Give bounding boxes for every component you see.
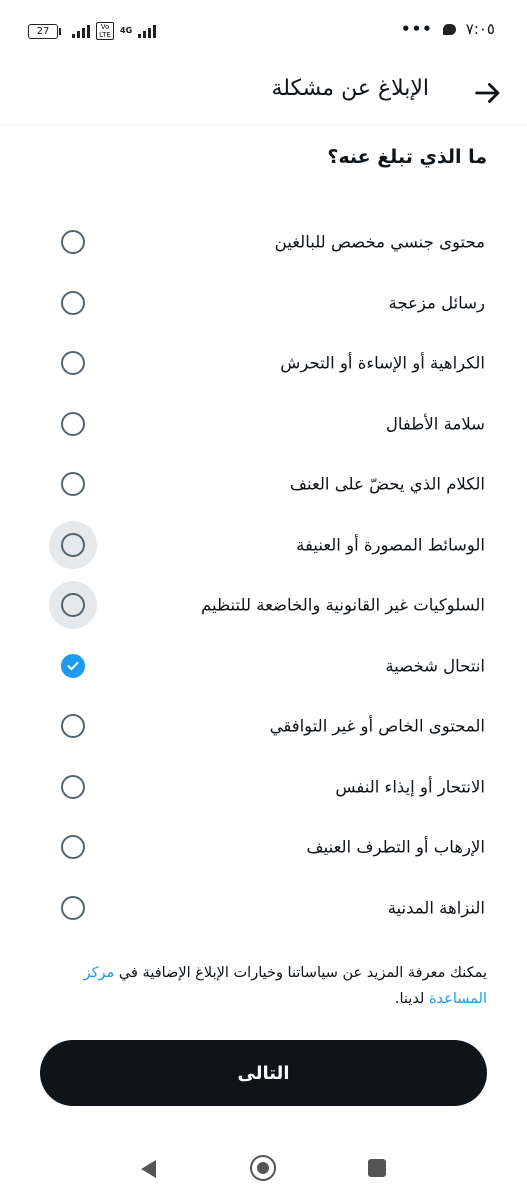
- status-bar: 27 Vo LTE 4G ••• ٧:٠٥: [0, 0, 527, 62]
- back-button[interactable]: [471, 76, 505, 110]
- radio-button[interactable]: [61, 714, 85, 739]
- option-label: المحتوى الخاص أو غير التوافقي: [269, 716, 485, 736]
- note-text-before: يمكنك معرفة المزيد عن سياساتنا وخيارات ا…: [114, 965, 487, 981]
- radio-button[interactable]: [61, 351, 85, 376]
- system-nav-bar: [0, 1140, 527, 1200]
- nav-back-icon[interactable]: [138, 1158, 158, 1180]
- radio-button[interactable]: [61, 532, 85, 557]
- radio-button[interactable]: [61, 290, 85, 315]
- radio-button[interactable]: [61, 895, 85, 920]
- radio-button-checked[interactable]: [61, 653, 85, 678]
- checkmark-icon: [67, 661, 79, 670]
- option-label: سلامة الأطفال: [385, 414, 485, 434]
- network-type: 4G: [120, 26, 133, 35]
- option-label: انتحال شخصية: [385, 656, 485, 676]
- signal-icon: [72, 24, 90, 38]
- option-illegal-behaviors[interactable]: السلوكيات غير القانونية والخاضعة للتنظيم: [0, 575, 527, 636]
- option-spam[interactable]: رسائل مزعجة: [0, 273, 527, 334]
- option-label: السلوكيات غير القانونية والخاضعة للتنظيم: [201, 595, 485, 615]
- option-label: الانتحار أو إيذاء النفس: [335, 777, 485, 797]
- option-hate-abuse[interactable]: الكراهية أو الإساءة أو التحرش: [0, 333, 527, 394]
- radio-button[interactable]: [61, 835, 85, 860]
- option-child-safety[interactable]: سلامة الأطفال: [0, 394, 527, 455]
- next-button[interactable]: التالى: [40, 1040, 487, 1106]
- option-terrorism[interactable]: الإرهاب أو التطرف العنيف: [0, 817, 527, 878]
- header: الإبلاغ عن مشكلة: [0, 62, 527, 125]
- option-civic-integrity[interactable]: النزاهة المدنية: [0, 878, 527, 939]
- status-time: ٧:٠٥: [465, 20, 495, 38]
- more-notifications-icon: •••: [401, 20, 433, 38]
- battery-icon: 27: [28, 23, 61, 39]
- radio-button[interactable]: [61, 774, 85, 799]
- option-label: رسائل مزعجة: [388, 293, 485, 313]
- page-title: الإبلاغ عن مشكلة: [271, 76, 429, 101]
- radio-button[interactable]: [61, 411, 85, 436]
- nav-home-icon[interactable]: [250, 1155, 276, 1181]
- option-adult-content[interactable]: محتوى جنسي مخصص للبالغين: [0, 212, 527, 273]
- option-self-harm[interactable]: الانتحار أو إيذاء النفس: [0, 757, 527, 818]
- nav-recents-icon[interactable]: [368, 1159, 386, 1177]
- status-left: 27 Vo LTE 4G: [28, 22, 157, 40]
- option-label: محتوى جنسي مخصص للبالغين: [274, 232, 485, 252]
- report-question: ما الذي تبلغ عنه؟: [327, 146, 487, 168]
- radio-button[interactable]: [61, 230, 85, 255]
- note-text-after: لدينا.: [394, 991, 429, 1007]
- radio-button[interactable]: [61, 593, 85, 618]
- radio-button[interactable]: [61, 472, 85, 497]
- option-label: الكراهية أو الإساءة أو التحرش: [280, 353, 485, 373]
- help-center-note: يمكنك معرفة المزيد عن سياساتنا وخيارات ا…: [37, 960, 487, 1012]
- option-label: الإرهاب أو التطرف العنيف: [306, 837, 485, 857]
- option-label: الكلام الذي يحضّ على العنف: [289, 474, 485, 494]
- option-label: النزاهة المدنية: [387, 898, 485, 918]
- option-violent-speech[interactable]: الكلام الذي يحضّ على العنف: [0, 454, 527, 515]
- status-right: ••• ٧:٠٥: [401, 20, 495, 38]
- option-private-content[interactable]: المحتوى الخاص أو غير التوافقي: [0, 696, 527, 757]
- message-bubble-icon: [442, 23, 456, 35]
- volte-badge: Vo LTE: [96, 22, 114, 40]
- option-impersonation[interactable]: انتحال شخصية: [0, 636, 527, 697]
- option-violent-media[interactable]: الوسائط المصورة أو العنيفة: [0, 515, 527, 576]
- signal-icon-2: [138, 24, 157, 38]
- report-options-list: محتوى جنسي مخصص للبالغين رسائل مزعجة الك…: [0, 212, 527, 938]
- option-label: الوسائط المصورة أو العنيفة: [296, 535, 485, 555]
- arrow-right-icon: [475, 83, 500, 103]
